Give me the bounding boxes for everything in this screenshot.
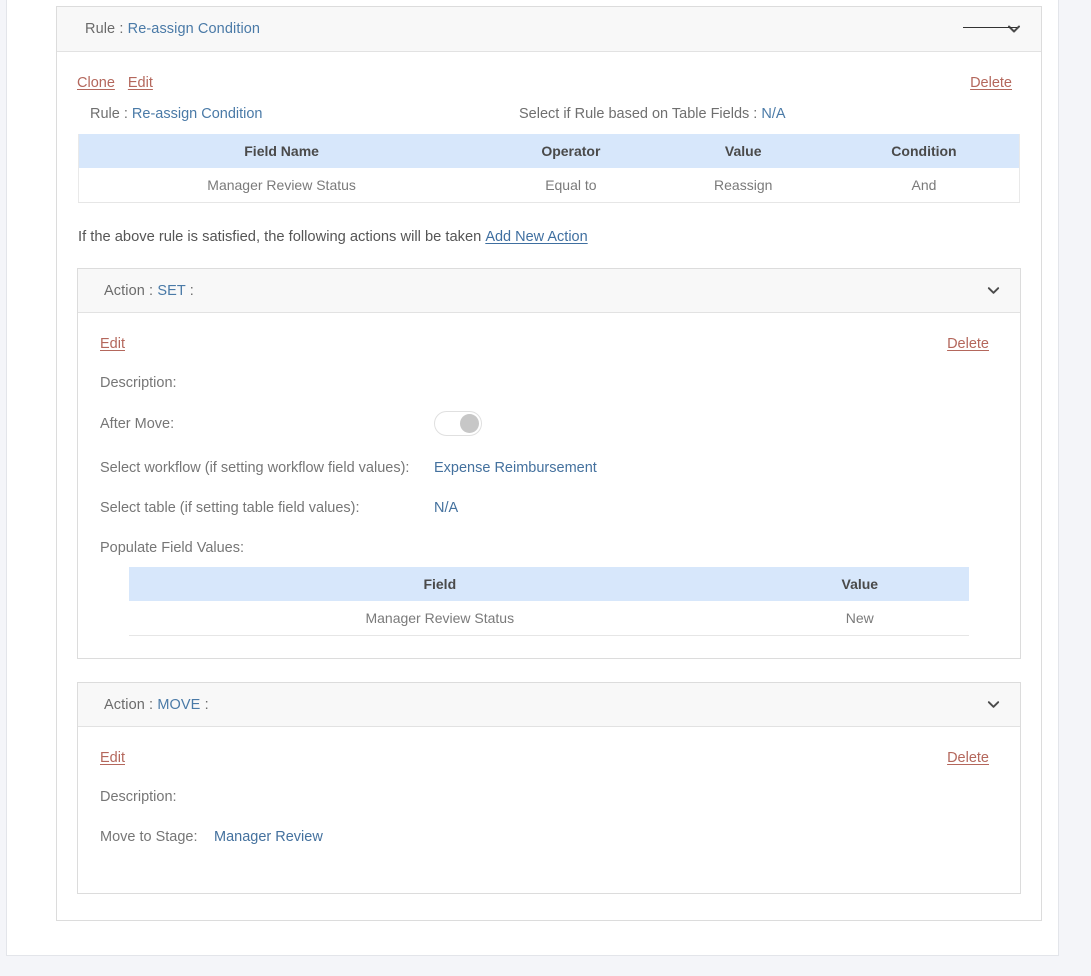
cell-operator: Equal to	[484, 168, 658, 203]
set-action-body: Edit Delete Description: After Move: Sel…	[78, 313, 1020, 658]
header-underline-rule	[963, 27, 1017, 28]
set-after-move-row: After Move:	[100, 411, 998, 436]
set-select-table-value[interactable]: N/A	[434, 500, 458, 516]
rule-name-display: Rule : Re-assign Condition	[77, 106, 519, 122]
move-to-stage-row: Move to Stage: Manager Review	[100, 829, 998, 845]
condition-table: Field Name Operator Value Condition Mana…	[78, 134, 1020, 203]
chevron-down-icon[interactable]	[984, 696, 1002, 714]
set-action-title-label: Action :	[104, 282, 154, 299]
action-card-set: Action : SET : Edit Delete Description: …	[77, 268, 1021, 659]
set-action-title: Action : SET :	[104, 283, 194, 299]
set-action-title-suffix: :	[189, 282, 194, 299]
action-card-move: Action : MOVE : Edit Delete Description:…	[77, 682, 1021, 894]
chevron-down-icon[interactable]	[984, 282, 1002, 300]
rule-table-fields-value[interactable]: N/A	[761, 106, 785, 122]
set-select-table-label: Select table (if setting table field val…	[100, 500, 360, 516]
column-header-field: Field	[129, 567, 751, 601]
move-action-title-suffix: :	[204, 696, 209, 713]
delete-rule-link[interactable]: Delete	[970, 75, 1012, 91]
edit-rule-link[interactable]: Edit	[128, 75, 153, 91]
rule-panel-title-name: Re-assign Condition	[127, 21, 261, 37]
page-shell: Rule : Re-assign Condition Clone Edit De…	[6, 0, 1059, 956]
table-row: Manager Review Status New	[129, 601, 969, 636]
delete-move-action-link[interactable]: Delete	[947, 750, 989, 766]
add-new-action-link[interactable]: Add New Action	[485, 229, 587, 245]
edit-set-action-link[interactable]: Edit	[100, 336, 125, 352]
column-header-condition: Condition	[828, 134, 1020, 168]
rule-meta-row: Rule : Re-assign Condition Select if Rul…	[77, 106, 1021, 122]
set-action-type: SET	[157, 282, 186, 299]
edit-move-action-link[interactable]: Edit	[100, 750, 125, 766]
rule-action-links: Clone Edit Delete	[77, 52, 1021, 92]
condition-table-wrap: Field Name Operator Value Condition Mana…	[77, 134, 1021, 203]
set-select-workflow-value[interactable]: Expense Reimbursement	[434, 460, 597, 476]
populate-field-values-label: Populate Field Values:	[100, 540, 245, 556]
actions-intro-text: If the above rule is satisfied, the foll…	[77, 229, 1021, 245]
chevron-down-icon[interactable]	[1005, 20, 1023, 38]
move-to-stage-label: Move to Stage:	[100, 829, 198, 845]
set-select-workflow-row: Select workflow (if setting workflow fie…	[100, 460, 998, 476]
cell-value: New	[750, 601, 969, 636]
toggle-knob	[460, 414, 479, 433]
set-select-workflow-label: Select workflow (if setting workflow fie…	[100, 460, 410, 476]
rule-card: Rule : Re-assign Condition Clone Edit De…	[56, 6, 1042, 921]
set-description-label: Description:	[100, 375, 177, 391]
column-header-field-name: Field Name	[78, 134, 485, 168]
table-header-row: Field Value	[129, 567, 969, 601]
set-select-table-row: Select table (if setting table field val…	[100, 500, 998, 516]
move-action-title-label: Action :	[104, 696, 154, 713]
set-action-links: Edit Delete	[100, 313, 998, 353]
clone-link[interactable]: Clone	[77, 75, 115, 91]
field-values-table: Field Value Manager Review Status New	[129, 567, 969, 636]
set-action-header[interactable]: Action : SET :	[78, 269, 1020, 313]
field-values-table-wrap: Field Value Manager Review Status New	[100, 567, 998, 636]
set-after-move-label: After Move:	[100, 415, 175, 432]
table-row: Manager Review Status Equal to Reassign …	[78, 168, 1020, 203]
column-header-operator: Operator	[484, 134, 658, 168]
move-action-type: MOVE	[157, 696, 201, 713]
column-header-value: Value	[750, 567, 969, 601]
rule-panel-title: Rule : Re-assign Condition	[85, 21, 260, 37]
rule-body: Clone Edit Delete Rule : Re-assign Condi…	[57, 52, 1041, 920]
move-action-title: Action : MOVE :	[104, 697, 209, 713]
rule-name-label: Rule :	[90, 106, 128, 122]
move-description-label: Description:	[100, 789, 177, 805]
cell-field: Manager Review Status	[129, 601, 751, 636]
rule-panel-header[interactable]: Rule : Re-assign Condition	[57, 7, 1041, 52]
move-description-row: Description:	[100, 789, 998, 805]
delete-set-action-link[interactable]: Delete	[947, 336, 989, 352]
move-to-stage-value[interactable]: Manager Review	[214, 829, 323, 845]
move-action-body: Edit Delete Description: Move to Stage: …	[78, 727, 1020, 893]
rule-table-fields: Select if Rule based on Table Fields : N…	[519, 106, 786, 122]
column-header-value: Value	[657, 134, 829, 168]
move-action-links: Edit Delete	[100, 727, 998, 767]
after-move-toggle[interactable]	[434, 411, 482, 436]
cell-field-name: Manager Review Status	[78, 168, 485, 203]
rule-panel-title-label: Rule :	[85, 21, 124, 37]
set-description-row: Description:	[100, 375, 998, 391]
move-action-header[interactable]: Action : MOVE :	[78, 683, 1020, 727]
table-header-row: Field Name Operator Value Condition	[78, 134, 1020, 168]
cell-condition: And	[828, 168, 1020, 203]
rule-name-value[interactable]: Re-assign Condition	[132, 106, 263, 122]
rule-table-fields-label: Select if Rule based on Table Fields :	[519, 106, 758, 122]
cell-value: Reassign	[657, 168, 829, 203]
actions-intro-label: If the above rule is satisfied, the foll…	[78, 229, 482, 245]
